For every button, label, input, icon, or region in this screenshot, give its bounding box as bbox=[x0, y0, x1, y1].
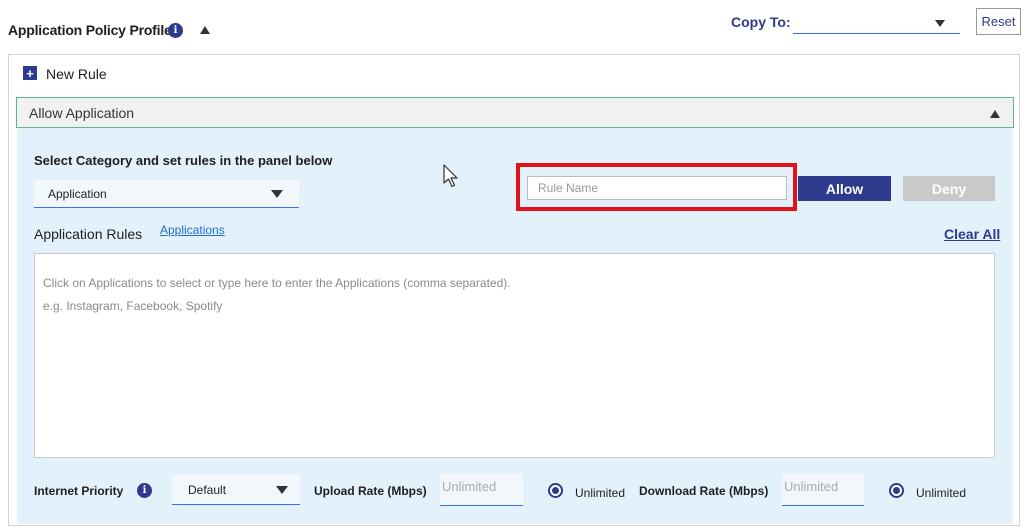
chevron-down-icon[interactable] bbox=[276, 485, 288, 494]
textarea-hint: Click on Applications to select or type … bbox=[43, 276, 511, 290]
applications-link[interactable]: Applications bbox=[160, 223, 225, 237]
accordion-collapse-icon[interactable] bbox=[990, 110, 1000, 118]
chevron-down-icon[interactable] bbox=[935, 20, 945, 27]
copy-to-select[interactable] bbox=[793, 12, 960, 34]
upload-unlimited-label: Unlimited bbox=[575, 486, 626, 500]
upload-rate-input[interactable] bbox=[440, 474, 523, 506]
allow-button[interactable]: Allow bbox=[798, 176, 891, 201]
profile-title: Application Policy Profile bbox=[8, 22, 172, 38]
info-icon[interactable]: i bbox=[137, 483, 152, 498]
new-rule-button[interactable]: New Rule bbox=[46, 66, 107, 82]
collapse-triangle-icon[interactable] bbox=[200, 26, 210, 34]
download-unlimited-radio[interactable] bbox=[889, 483, 904, 498]
upload-unlimited-radio[interactable] bbox=[548, 483, 563, 498]
select-category-label: Select Category and set rules in the pan… bbox=[34, 153, 333, 168]
category-select-value: Application bbox=[48, 186, 107, 201]
download-unlimited-label: Unlimited bbox=[916, 486, 967, 500]
upload-rate-label: Upload Rate (Mbps) bbox=[314, 484, 427, 498]
copy-to-label: Copy To: bbox=[731, 14, 791, 30]
accordion-label: Allow Application bbox=[29, 104, 135, 121]
application-rules-label: Application Rules bbox=[34, 226, 143, 242]
reset-button[interactable]: Reset bbox=[976, 8, 1021, 35]
download-rate-input[interactable] bbox=[782, 474, 864, 506]
download-rate-label: Download Rate (Mbps) bbox=[639, 484, 769, 498]
plus-icon[interactable]: + bbox=[23, 66, 37, 80]
chevron-down-icon[interactable] bbox=[271, 189, 283, 198]
info-icon[interactable]: i bbox=[168, 23, 183, 38]
internet-priority-select[interactable]: Default bbox=[172, 475, 300, 505]
application-rules-textarea[interactable]: Click on Applications to select or type … bbox=[34, 253, 995, 458]
mouse-cursor-icon bbox=[443, 164, 458, 188]
internet-priority-label: Internet Priority bbox=[34, 484, 124, 498]
allow-application-accordion[interactable]: Allow Application bbox=[16, 97, 1014, 128]
priority-select-value: Default bbox=[188, 482, 227, 497]
category-select[interactable]: Application bbox=[34, 180, 299, 208]
textarea-example: e.g. Instagram, Facebook, Spotify bbox=[43, 299, 223, 313]
rule-name-input[interactable] bbox=[527, 176, 787, 200]
deny-button[interactable]: Deny bbox=[903, 176, 995, 201]
clear-all-link[interactable]: Clear All bbox=[944, 226, 1000, 242]
